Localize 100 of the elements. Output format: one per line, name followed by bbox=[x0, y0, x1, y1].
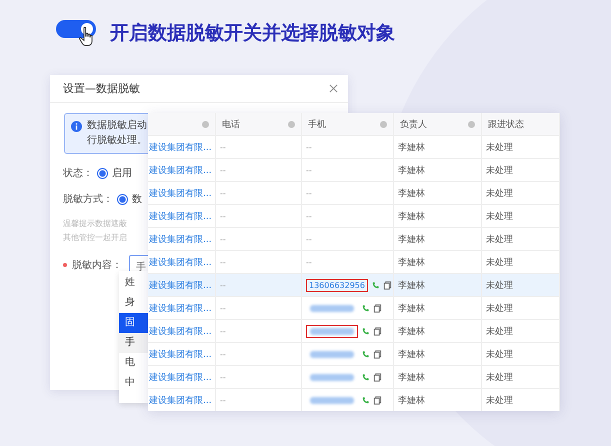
table-cell-text: 未处理 bbox=[486, 302, 513, 314]
table-row[interactable]: 建设集团有限... -- 李婕林 未处理 bbox=[148, 296, 560, 319]
table-cell-text: 李婕林 bbox=[398, 348, 425, 360]
table-row[interactable]: 建设集团有限... -- -- 李婕林 未处理 bbox=[148, 158, 560, 181]
menu-item[interactable]: 姓 bbox=[119, 273, 148, 293]
table-cell: -- bbox=[220, 326, 226, 336]
table-cell: -- bbox=[220, 396, 226, 404]
company-link[interactable]: 建设集团有限... bbox=[149, 278, 212, 292]
copy-icon[interactable] bbox=[373, 350, 382, 358]
company-link[interactable]: 建设集团有限... bbox=[149, 370, 212, 384]
table-cell: -- bbox=[306, 258, 312, 266]
radio-label: 启用 bbox=[112, 166, 132, 180]
radio-label: 数 bbox=[132, 193, 142, 206]
company-link[interactable]: 建设集团有限... bbox=[149, 140, 212, 154]
hand-cursor-icon bbox=[78, 26, 95, 48]
menu-item[interactable]: 手 bbox=[119, 333, 148, 353]
table-cell-text: 未处理 bbox=[486, 280, 513, 292]
phone-icon[interactable] bbox=[361, 304, 370, 312]
table-cell-text: 未处理 bbox=[486, 394, 513, 406]
table-row[interactable]: 建设集团有限... -- 李婕林 未处理 bbox=[148, 365, 560, 388]
table-cell: -- bbox=[220, 304, 226, 312]
table-row[interactable]: 建设集团有限... -- 李婕林 未处理 bbox=[148, 319, 560, 342]
table-cell: -- bbox=[220, 212, 226, 220]
toggle-switch[interactable] bbox=[56, 20, 96, 38]
company-link[interactable]: 建设集团有限... bbox=[149, 302, 212, 314]
table-row[interactable]: 建设集团有限... -- -- 李婕林 未处理 bbox=[148, 135, 560, 158]
table-cell-text: 李婕林 bbox=[398, 142, 425, 154]
table-cell-text: 未处理 bbox=[486, 142, 513, 154]
phone-icon[interactable] bbox=[361, 326, 370, 336]
table-cell: -- bbox=[306, 166, 312, 174]
table-cell-text: 未处理 bbox=[486, 234, 513, 246]
table-cell: -- bbox=[220, 142, 226, 152]
table-cell-text: 李婕林 bbox=[398, 164, 425, 176]
company-link[interactable]: 建设集团有限... bbox=[149, 324, 212, 338]
table-cell-text: 未处理 bbox=[486, 348, 513, 360]
info-icon bbox=[71, 121, 82, 132]
column-header: 跟进状态 bbox=[488, 118, 524, 130]
copy-icon[interactable] bbox=[373, 396, 382, 404]
radio-button[interactable] bbox=[97, 168, 108, 178]
radio-button[interactable] bbox=[117, 194, 128, 204]
status-label: 状态： bbox=[63, 166, 93, 180]
table-cell-text: 未处理 bbox=[486, 256, 513, 268]
table-row[interactable]: 建设集团有限... -- -- 李婕林 未处理 bbox=[148, 181, 560, 204]
info-text: 数据脱敏启动 bbox=[87, 120, 147, 132]
company-link[interactable]: 建设集团有限... bbox=[149, 232, 212, 246]
copy-icon[interactable] bbox=[373, 326, 382, 336]
hint-text: 温馨提示数据遮蔽 bbox=[63, 218, 127, 229]
copy-icon[interactable] bbox=[373, 372, 382, 382]
table-cell: -- bbox=[220, 166, 226, 174]
phone-icon[interactable] bbox=[371, 280, 380, 290]
menu-item[interactable]: 中 bbox=[119, 373, 148, 393]
column-header: 手机 bbox=[308, 118, 326, 130]
table-cell-text: 李婕林 bbox=[398, 256, 425, 268]
company-link[interactable]: 建设集团有限... bbox=[149, 164, 212, 176]
table-row[interactable]: 建设集团有限... -- 李婕林 未处理 bbox=[148, 342, 560, 365]
table-cell-text: 未处理 bbox=[486, 188, 513, 200]
table-cell-text: 李婕林 bbox=[398, 234, 425, 246]
copy-icon[interactable] bbox=[373, 304, 382, 312]
table-cell: -- bbox=[220, 234, 226, 244]
dialog-title: 设置—数据脱敏 bbox=[63, 81, 140, 96]
phone-icon[interactable] bbox=[361, 372, 370, 382]
table-cell: -- bbox=[220, 350, 226, 358]
table-cell: -- bbox=[306, 212, 312, 220]
table-cell-text: 李婕林 bbox=[398, 280, 425, 292]
table-cell: -- bbox=[306, 142, 312, 152]
company-link[interactable]: 建设集团有限... bbox=[149, 186, 212, 200]
table-cell-text: 李婕林 bbox=[398, 188, 425, 200]
copy-icon[interactable] bbox=[383, 280, 392, 290]
table-cell-text: 李婕林 bbox=[398, 394, 425, 406]
menu-item[interactable]: 身 bbox=[119, 293, 148, 313]
table-cell-text: 未处理 bbox=[486, 326, 513, 338]
table-row[interactable]: 建设集团有限... -- 李婕林 未处理 bbox=[148, 388, 560, 411]
column-header: 负责人 bbox=[400, 118, 427, 130]
table-row[interactable]: 建设集团有限... -- -- 李婕林 未处理 bbox=[148, 227, 560, 250]
table-cell-text: 未处理 bbox=[486, 210, 513, 222]
table-cell-text: 李婕林 bbox=[398, 326, 425, 338]
phone-number[interactable]: 13606632956 bbox=[306, 278, 368, 292]
table-cell-text: 李婕林 bbox=[398, 302, 425, 314]
table-cell-text: 未处理 bbox=[486, 164, 513, 176]
company-link[interactable]: 建设集团有限... bbox=[149, 348, 212, 360]
phone-icon[interactable] bbox=[361, 350, 370, 358]
table-row[interactable]: 建设集团有限... -- -- 李婕林 未处理 bbox=[148, 204, 560, 227]
table-row[interactable]: 建设集团有限... -- 13606632956 李婕林 未处理 bbox=[148, 273, 560, 296]
company-link[interactable]: 建设集团有限... bbox=[149, 210, 212, 222]
company-link[interactable]: 建设集团有限... bbox=[149, 394, 212, 406]
table-cell-text: 未处理 bbox=[486, 372, 513, 384]
close-icon[interactable] bbox=[329, 84, 338, 93]
menu-item[interactable]: 电 bbox=[119, 353, 148, 373]
menu-item[interactable]: 固 bbox=[119, 313, 148, 333]
table-cell-text: 李婕林 bbox=[398, 372, 425, 384]
headline-text: 开启数据脱敏开关并选择脱敏对象 bbox=[110, 21, 395, 46]
table-cell: -- bbox=[220, 188, 226, 198]
table-cell: -- bbox=[220, 280, 226, 290]
table-cell: -- bbox=[220, 258, 226, 266]
content-label: 脱敏内容： bbox=[72, 258, 122, 272]
method-label: 脱敏方式： bbox=[63, 192, 113, 206]
phone-icon[interactable] bbox=[361, 396, 370, 404]
info-text: 行脱敏处理。 bbox=[87, 135, 147, 147]
table-cell-text: 李婕林 bbox=[398, 210, 425, 222]
column-header: 电话 bbox=[222, 118, 240, 130]
